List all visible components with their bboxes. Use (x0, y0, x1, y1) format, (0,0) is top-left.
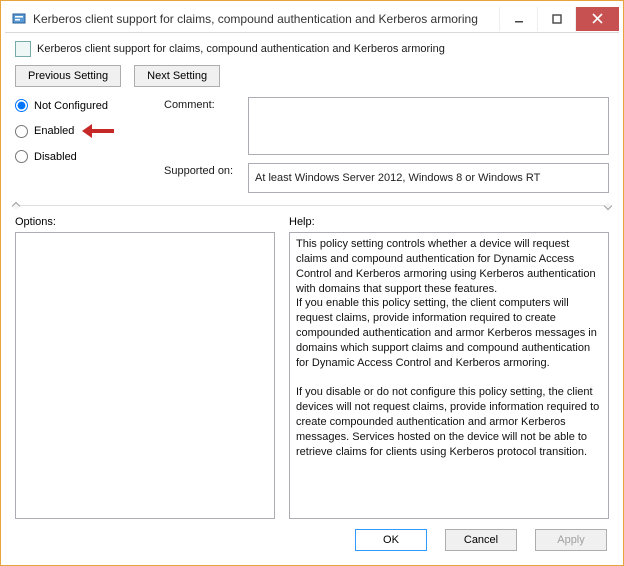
window-title: Kerberos client support for claims, comp… (33, 12, 499, 26)
help-column: Help: This policy setting controls wheth… (289, 216, 609, 519)
cancel-button[interactable]: Cancel (445, 529, 517, 551)
divider (15, 205, 609, 206)
radio-enabled[interactable]: Enabled (15, 124, 160, 138)
close-button[interactable] (575, 7, 619, 31)
apply-button[interactable]: Apply (535, 529, 607, 551)
radio-not-configured-label: Not Configured (34, 100, 108, 112)
ok-button[interactable]: OK (355, 529, 427, 551)
policy-header: Kerberos client support for claims, comp… (5, 33, 619, 61)
nav-row: Previous Setting Next Setting (5, 61, 619, 97)
help-box[interactable]: This policy setting controls whether a d… (289, 232, 609, 519)
options-box[interactable] (15, 232, 275, 519)
radio-enabled-input[interactable] (15, 125, 28, 138)
footer: OK Cancel Apply (5, 519, 619, 561)
radio-enabled-label: Enabled (34, 125, 74, 137)
next-setting-button[interactable]: Next Setting (134, 65, 220, 87)
radio-disabled-label: Disabled (34, 151, 77, 163)
options-label: Options: (15, 216, 275, 228)
policy-icon (15, 41, 31, 57)
previous-setting-button[interactable]: Previous Setting (15, 65, 121, 87)
state-radios: Not Configured Enabled Disabled (15, 97, 160, 163)
minimize-button[interactable] (499, 7, 537, 31)
help-label: Help: (289, 216, 609, 228)
radio-not-configured[interactable]: Not Configured (15, 99, 160, 112)
options-column: Options: (15, 216, 275, 519)
comment-label: Comment: (164, 97, 244, 111)
radio-not-configured-input[interactable] (15, 99, 28, 112)
supported-on-field: At least Windows Server 2012, Windows 8 … (248, 163, 609, 193)
radio-disabled-input[interactable] (15, 150, 28, 163)
supported-on-text: At least Windows Server 2012, Windows 8 … (255, 172, 540, 184)
supported-on-label: Supported on: (164, 163, 244, 177)
radio-disabled[interactable]: Disabled (15, 150, 160, 163)
mid-row: Options: Help: This policy setting contr… (5, 210, 619, 519)
titlebar: Kerberos client support for claims, comp… (5, 5, 619, 33)
comment-field[interactable] (248, 97, 609, 155)
policy-title: Kerberos client support for claims, comp… (37, 43, 445, 55)
maximize-button[interactable] (537, 7, 575, 31)
annotation-arrow-icon (80, 124, 120, 138)
app-icon (11, 11, 27, 27)
top-grid: Not Configured Enabled Disabled Comment:… (5, 97, 619, 193)
